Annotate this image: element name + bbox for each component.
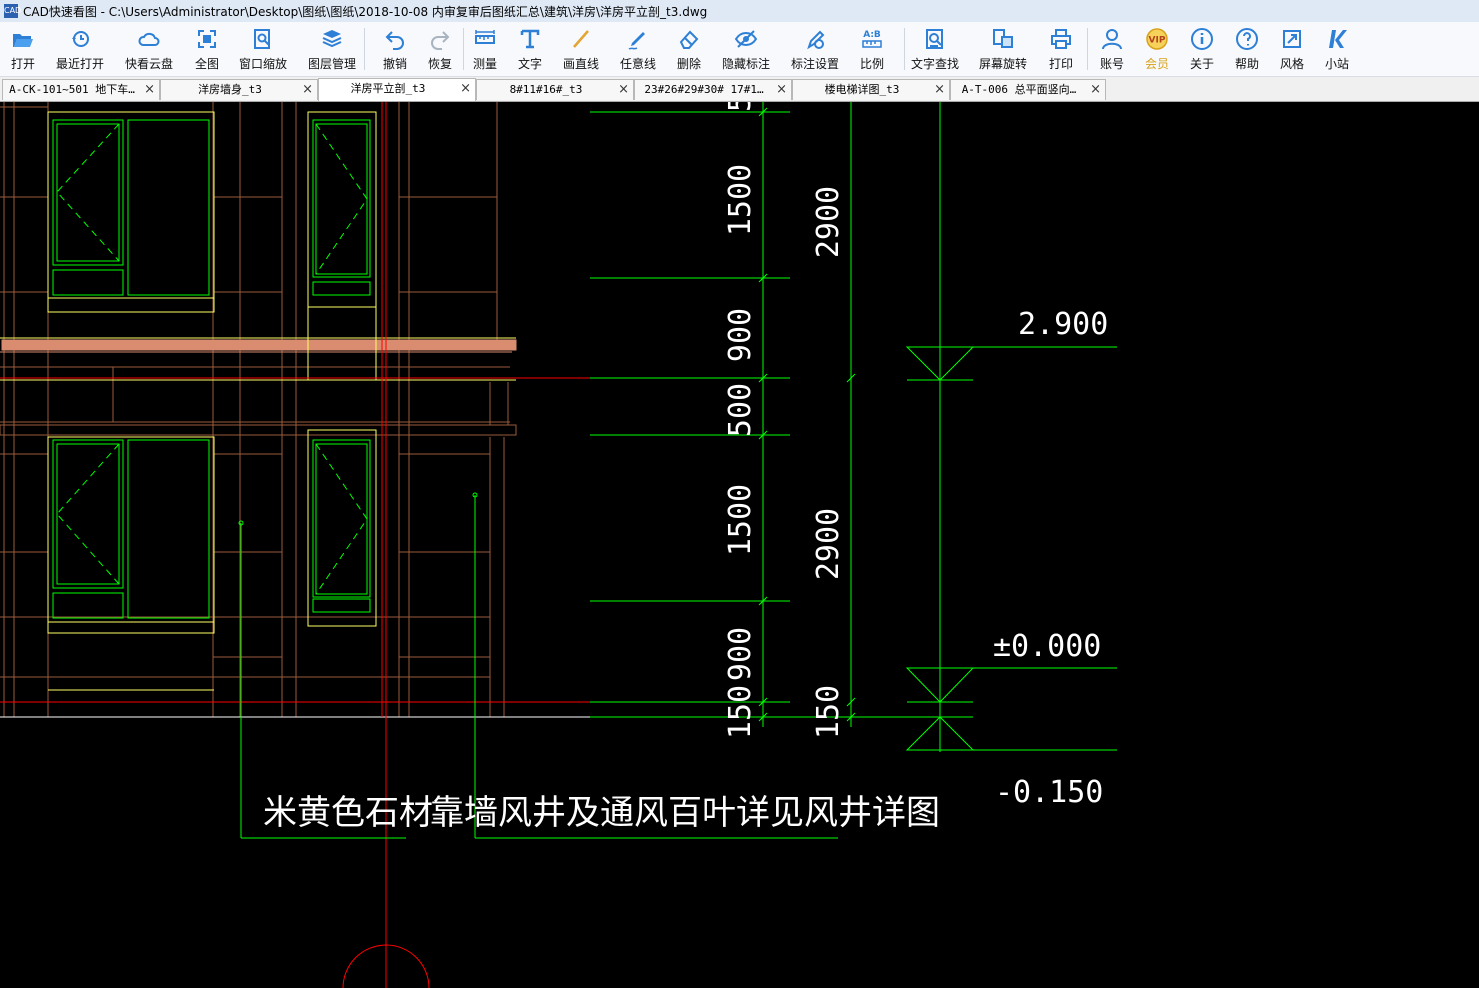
toolbar-button-cloud[interactable]: 快看云盘 bbox=[117, 24, 181, 74]
site-icon bbox=[1329, 30, 1347, 48]
toolbar-label: 标注设置 bbox=[790, 57, 839, 71]
toolbar-button-eye-hide[interactable]: 隐藏标注 bbox=[714, 24, 778, 74]
dim-text: 1500 bbox=[723, 484, 758, 556]
close-icon[interactable]: × bbox=[302, 80, 313, 100]
close-icon[interactable]: × bbox=[144, 80, 155, 100]
toolbar-label: 删除 bbox=[676, 57, 701, 71]
toolbar-label: 打开 bbox=[10, 57, 35, 71]
drawing-canvas[interactable]: 5 1500 900 500 1500 900 150 2900 2900 15… bbox=[0, 102, 1479, 988]
toolbar-button-recent-clock[interactable]: 最近打开 bbox=[48, 24, 112, 74]
toolbar-label: 文字查找 bbox=[910, 57, 959, 71]
svg-text:A:B: A:B bbox=[863, 30, 881, 40]
tab-title: 洋房平立剖_t3 bbox=[350, 82, 426, 95]
elevation-label: -0.150 bbox=[995, 775, 1103, 810]
help-icon bbox=[1236, 28, 1258, 50]
elevation-label: 2.900 bbox=[1018, 307, 1108, 342]
toolbar-label: 窗口缩放 bbox=[238, 57, 287, 71]
freehand-icon bbox=[628, 32, 645, 50]
toolbar-button-site[interactable]: 小站 bbox=[1305, 24, 1369, 74]
style-icon bbox=[1283, 30, 1301, 48]
dim-text: 150 bbox=[811, 685, 846, 739]
printer-icon bbox=[1051, 29, 1071, 49]
dim-text: 900 bbox=[723, 308, 758, 362]
toolbar-button-scale[interactable]: A:B 比例 bbox=[840, 24, 904, 74]
toolbar-button-eraser[interactable]: 删除 bbox=[657, 24, 721, 74]
window-title: CAD快速看图 - C:\Users\Administrator\Desktop… bbox=[23, 4, 708, 19]
toolbar-button-screen-rotate[interactable]: 屏幕旋转 bbox=[971, 24, 1035, 74]
tab-title: 洋房墙身_t3 bbox=[198, 83, 262, 96]
toolbar-label: 图层管理 bbox=[307, 57, 356, 71]
document-tab[interactable]: 23#26#29#30# 17#1… × bbox=[634, 79, 792, 100]
account-icon bbox=[1102, 29, 1122, 50]
material-note: 米黄色石材 bbox=[263, 793, 433, 833]
toolbar-label: 屏幕旋转 bbox=[978, 57, 1027, 71]
toolbar-button-window-zoom[interactable]: 窗口缩放 bbox=[231, 24, 295, 74]
vip-icon: VIP bbox=[1146, 28, 1168, 50]
toolbar-label: 隐藏标注 bbox=[721, 57, 770, 71]
layers-icon bbox=[322, 30, 342, 48]
toolbar-label: 全图 bbox=[194, 57, 219, 71]
redo-icon bbox=[431, 31, 450, 50]
tab-title: 楼电梯详图_t3 bbox=[824, 83, 900, 96]
toolbar-label: 小站 bbox=[1324, 57, 1349, 71]
close-icon[interactable]: × bbox=[934, 80, 945, 100]
text-icon bbox=[520, 29, 540, 49]
toolbar-label: 比例 bbox=[859, 57, 884, 71]
dim-text: 150 bbox=[723, 685, 758, 739]
toolbar-button-folder-open[interactable]: 打开 bbox=[0, 24, 55, 74]
folder-open-icon bbox=[13, 34, 33, 47]
toolbar-label: 画直线 bbox=[562, 57, 599, 71]
window-titlebar: CAD CAD快速看图 - C:\Users\Administrator\Des… bbox=[0, 0, 1479, 23]
full-view-icon bbox=[198, 30, 216, 48]
dim-text: 2900 bbox=[811, 186, 846, 258]
svg-text:VIP: VIP bbox=[1149, 36, 1166, 46]
cloud-icon bbox=[138, 32, 160, 46]
tab-title: 23#26#29#30# 17#1… bbox=[644, 83, 764, 96]
elevation-label: ±0.000 bbox=[993, 629, 1101, 664]
close-icon[interactable]: × bbox=[1090, 80, 1101, 100]
document-tab[interactable]: A-CK-101~501 地下车… × bbox=[2, 79, 160, 100]
tab-title: A-T-006 总平面竖向… bbox=[961, 83, 1077, 96]
document-tab[interactable]: A-T-006 总平面竖向… × bbox=[950, 79, 1106, 100]
text-search-icon bbox=[926, 29, 943, 49]
dim-text: 5 bbox=[723, 102, 758, 112]
app-logo-icon: CAD bbox=[4, 4, 21, 18]
dim-text: 2900 bbox=[811, 508, 846, 580]
dim-text: 500 bbox=[723, 383, 758, 437]
document-tab[interactable]: 楼电梯详图_t3 × bbox=[792, 79, 950, 100]
screen-rotate-icon bbox=[993, 29, 1013, 48]
tab-title: A-CK-101~501 地下车… bbox=[9, 83, 135, 96]
close-icon[interactable]: × bbox=[618, 80, 629, 100]
annotation-settings-icon bbox=[807, 30, 825, 50]
close-icon[interactable]: × bbox=[776, 80, 787, 100]
document-tab[interactable]: 8#11#16#_t3 × bbox=[476, 79, 634, 100]
close-icon[interactable]: × bbox=[460, 79, 471, 99]
dim-text: 1500 bbox=[723, 164, 758, 236]
measure-icon bbox=[475, 30, 495, 44]
toolbar-button-full-view[interactable]: 全图 bbox=[175, 24, 239, 74]
toolbar-label: 最近打开 bbox=[55, 57, 104, 71]
toolbar-button-text-search[interactable]: 文字查找 bbox=[903, 24, 967, 74]
document-tab[interactable]: 洋房墙身_t3 × bbox=[160, 79, 318, 100]
document-tab[interactable]: 洋房平立剖_t3 × bbox=[318, 78, 476, 101]
info-icon bbox=[1191, 28, 1213, 50]
eye-hide-icon bbox=[734, 30, 758, 48]
tab-title: 8#11#16#_t3 bbox=[509, 83, 583, 96]
undo-icon bbox=[385, 31, 404, 50]
window-zoom-icon bbox=[254, 29, 270, 49]
toolbar-button-annotation-settings[interactable]: 标注设置 bbox=[783, 24, 847, 74]
line-icon bbox=[573, 30, 589, 48]
scale-icon: A:B bbox=[862, 30, 882, 48]
toolbar-label: 快看云盘 bbox=[124, 57, 173, 71]
toolbar-button-line[interactable]: 画直线 bbox=[549, 24, 613, 74]
eraser-icon bbox=[679, 30, 699, 49]
dim-text: 900 bbox=[723, 627, 758, 681]
vent-note: 靠墙风井及通风百叶详见风井详图 bbox=[430, 793, 940, 833]
document-tabbar: A-CK-101~501 地下车… × 洋房墙身_t3 × 洋房平立剖_t3 × 8#11#… bbox=[0, 77, 1479, 102]
main-toolbar: 打开 最近打开 快看云盘 全图 窗口缩放 图层管理 撤销 恢复 测量 文字 画直线 任意线 删除 隐藏标注… bbox=[0, 22, 1479, 77]
recent-clock-icon bbox=[72, 31, 89, 47]
toolbar-button-layers[interactable]: 图层管理 bbox=[300, 24, 364, 74]
